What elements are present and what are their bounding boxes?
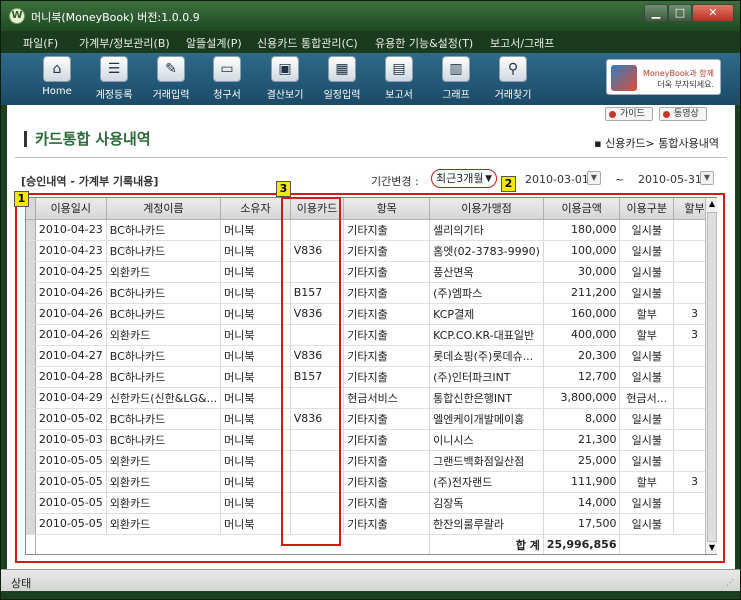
toolbar-label: 거래찾기 — [494, 90, 532, 101]
status-text: 상태 — [11, 577, 32, 590]
menu-saving-plan[interactable]: 알뜰설계(P) — [186, 35, 242, 51]
breadcrumb: ▪ 신용카드> 통합사용내역 — [594, 137, 719, 150]
report-icon: ▤ — [385, 56, 413, 82]
chart-icon: ▥ — [442, 56, 470, 82]
toolbar-report-button[interactable]: ▤ 보고서 — [370, 56, 428, 104]
annotation-grid-outline — [15, 193, 725, 563]
annotation-card-column-outline — [281, 197, 341, 546]
title-bar: W 머니북(MoneyBook) 버전:1.0.0.9 ▁ □ ✕ — [1, 1, 740, 31]
page-title: 카드통합 사용내역 — [24, 131, 151, 147]
close-button[interactable]: ✕ — [692, 4, 734, 22]
banner-line2: 더욱 부자되세요. — [657, 80, 714, 89]
toolbar-search-button[interactable]: ⚲ 거래찾기 — [484, 56, 542, 104]
date-from-dropdown-icon[interactable]: ▼ — [587, 171, 601, 185]
menu-tools[interactable]: 유용한 기능&설정(T) — [375, 35, 473, 51]
toolbar-bill-button[interactable]: ▭ 청구서 — [198, 56, 256, 104]
resize-grip-icon[interactable]: ⋰ — [726, 578, 734, 587]
chevron-down-icon: ▼ — [485, 174, 492, 184]
search-icon: ⚲ — [499, 56, 527, 82]
app-logo-icon: W — [9, 8, 25, 24]
annotation-marker-3: 3 — [276, 181, 291, 197]
date-to-field[interactable]: 2010-05-31 — [638, 173, 702, 186]
calendar-icon: ▦ — [328, 56, 356, 82]
toolbar-label: 보고서 — [385, 90, 413, 101]
card-icon: ▭ — [213, 56, 241, 82]
menu-report[interactable]: 보고서/그래프 — [490, 35, 554, 51]
main-content: 가이드 동영상 카드통합 사용내역 ▪ 신용카드> 통합사용내역 [승인내역 -… — [7, 105, 735, 569]
status-bar: 상태 ⋰ — [1, 569, 740, 591]
window-title: 머니북(MoneyBook) 버전:1.0.0.9 — [31, 11, 200, 24]
video-button[interactable]: 동영상 — [659, 107, 707, 121]
banner-line1: MoneyBook과 함께 — [642, 69, 714, 78]
toolbar-account-button[interactable]: ☰ 계정등록 — [85, 56, 143, 104]
minimize-button[interactable]: ▁ — [644, 4, 668, 22]
toolbar-label: Home — [42, 86, 72, 97]
title-divider — [15, 157, 727, 158]
bullet-icon — [663, 111, 670, 118]
date-range-separator: ~ — [615, 173, 625, 186]
guide-label: 가이드 — [620, 109, 645, 119]
menu-bar: 파일(F) 가계부/정보관리(B) 알뜰설계(P) 신용카드 통합관리(C) 유… — [1, 31, 740, 53]
toolbar-graph-button[interactable]: ▥ 그래프 — [427, 56, 485, 104]
period-value: 최근3개월 — [436, 172, 484, 185]
annotation-marker-2: 2 — [501, 176, 516, 192]
date-from-field[interactable]: 2010-03-01 — [525, 173, 589, 186]
banner-graph-icon — [611, 65, 637, 91]
toolbar-label: 그래프 — [442, 90, 470, 101]
toolbar-label: 청구서 — [213, 90, 241, 101]
period-label: 기간변경 : — [371, 175, 419, 188]
menu-file[interactable]: 파일(F) — [23, 35, 58, 51]
guide-button[interactable]: 가이드 — [605, 107, 653, 121]
section-header: [승인내역 - 가계부 기록내용] — [21, 175, 159, 188]
home-icon: ⌂ — [43, 56, 71, 82]
account-icon: ☰ — [100, 56, 128, 82]
toolbar-label: 결산보기 — [266, 90, 304, 101]
app-window: W 머니북(MoneyBook) 버전:1.0.0.9 ▁ □ ✕ 파일(F) … — [0, 0, 741, 600]
toolbar-label: 계정등록 — [95, 90, 133, 101]
toolbar-transaction-button[interactable]: ✎ 거래입력 — [142, 56, 200, 104]
maximize-button[interactable]: □ — [668, 4, 692, 22]
toolbar-label: 거래입력 — [152, 90, 190, 101]
toolbar-label: 일정입력 — [323, 90, 361, 101]
toolbar-schedule-button[interactable]: ▦ 일정입력 — [313, 56, 371, 104]
menu-credit-card[interactable]: 신용카드 통합관리(C) — [257, 35, 358, 51]
video-label: 동영상 — [674, 109, 699, 119]
monitor-icon: ▣ — [271, 56, 299, 82]
toolbar-home-button[interactable]: ⌂ Home — [28, 56, 86, 104]
period-select[interactable]: 최근3개월 ▼ — [431, 169, 497, 188]
toolbar-settlement-button[interactable]: ▣ 결산보기 — [256, 56, 314, 104]
menu-household[interactable]: 가계부/정보관리(B) — [79, 35, 170, 51]
date-to-dropdown-icon[interactable]: ▼ — [700, 171, 714, 185]
window-bottom-edge — [1, 591, 740, 599]
edit-icon: ✎ — [157, 56, 185, 82]
bullet-icon — [609, 111, 616, 118]
promo-banner[interactable]: MoneyBook과 함께 더욱 부자되세요. — [606, 59, 721, 95]
annotation-marker-1: 1 — [14, 191, 29, 207]
